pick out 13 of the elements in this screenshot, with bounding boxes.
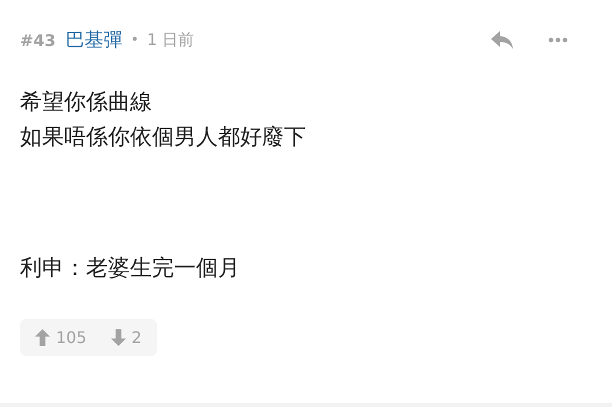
upvote-count: 105 bbox=[56, 328, 87, 347]
author-link[interactable]: 巴基彈 bbox=[66, 27, 123, 53]
post-text-line: 如果唔係你依個男人都好廢下 bbox=[20, 124, 307, 152]
upvote-icon[interactable] bbox=[35, 329, 50, 346]
post-time: 1 日前 bbox=[146, 30, 194, 50]
downvote-count: 2 bbox=[132, 328, 142, 347]
post-number: #43 bbox=[20, 30, 56, 50]
more-icon[interactable] bbox=[548, 37, 568, 43]
post-text-line: 利申：老婆生完一個月 bbox=[20, 255, 241, 283]
separator-dot: • bbox=[130, 32, 139, 48]
downvote-icon[interactable] bbox=[110, 329, 126, 346]
post-text-line: 希望你係曲線 bbox=[20, 89, 153, 117]
reply-icon[interactable] bbox=[490, 30, 514, 50]
